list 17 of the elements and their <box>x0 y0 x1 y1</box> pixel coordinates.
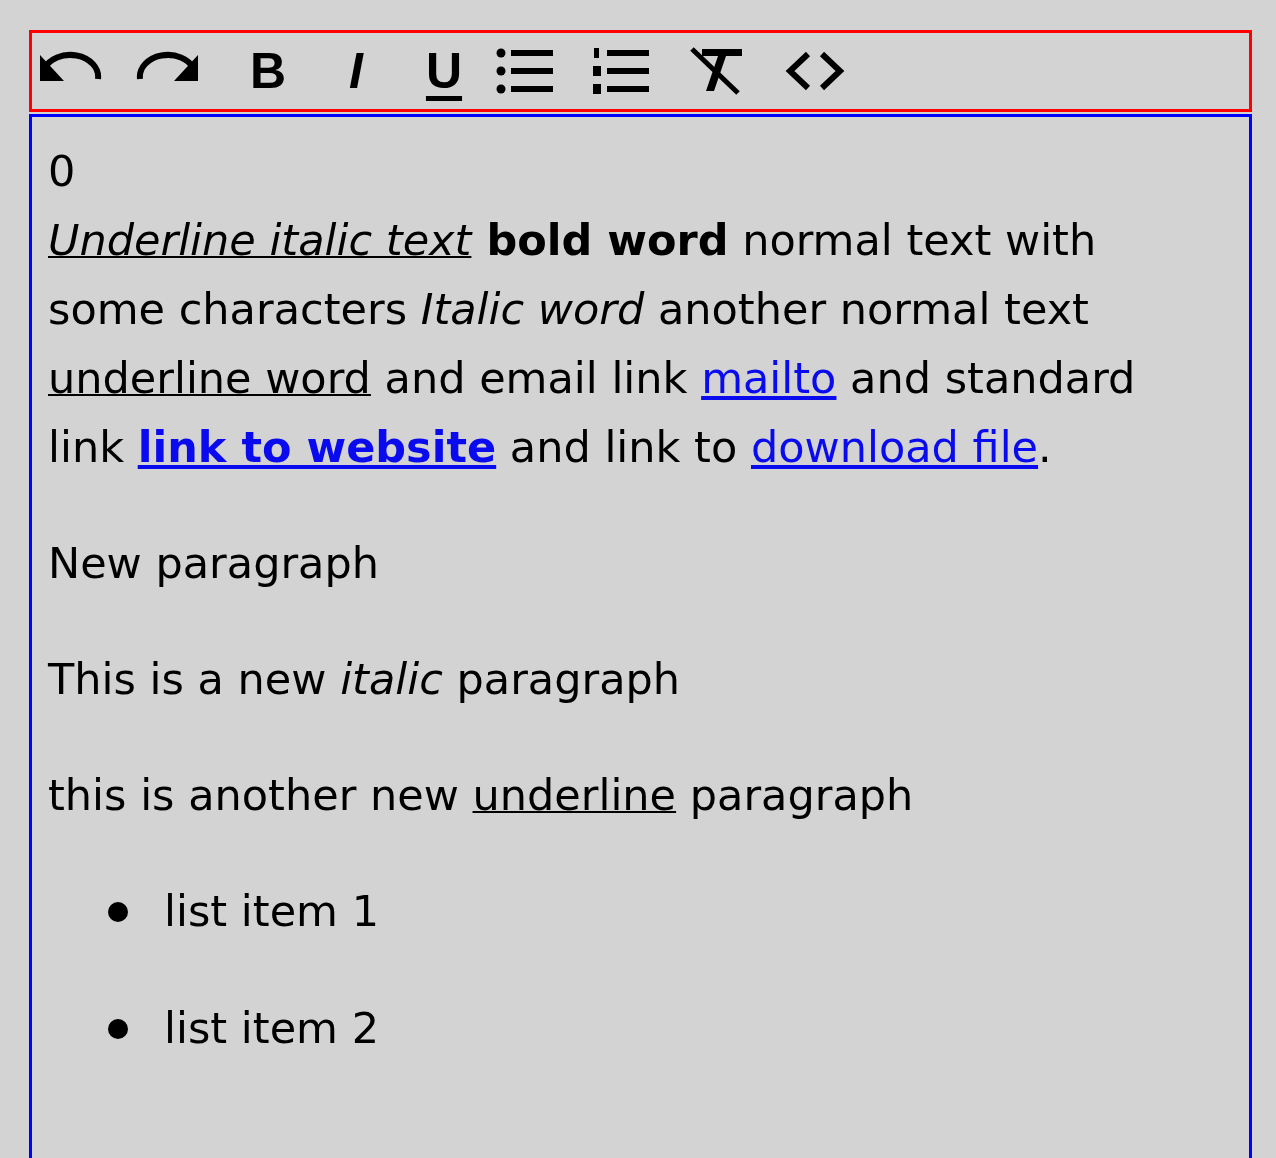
paragraph: 0 <box>48 145 77 198</box>
underline-button[interactable]: U <box>404 36 484 106</box>
italic-button[interactable]: I <box>316 36 396 106</box>
bullet-icon <box>108 1018 128 1039</box>
link[interactable]: link to website <box>137 422 497 472</box>
editor-area[interactable] <box>29 114 1252 1158</box>
paragraph: This is a new italic paragraph <box>48 653 682 706</box>
paragraph: Underline italic text bold word normal text with some characters Italic word another normal text underline word and email link mailto and standard link link to website and link to download file. <box>48 214 1137 474</box>
link[interactable]: download file <box>750 422 1039 472</box>
paragraph: New paragraph <box>48 537 380 590</box>
paragraph: this is another new underline paragraph <box>48 769 915 822</box>
bold-button[interactable]: B <box>228 36 308 106</box>
list-item: list item 1 <box>164 885 379 938</box>
bullet-icon <box>108 901 128 922</box>
list-item: list item 2 <box>164 1002 379 1055</box>
code-icon <box>784 51 846 91</box>
link[interactable]: mailto <box>701 353 837 403</box>
